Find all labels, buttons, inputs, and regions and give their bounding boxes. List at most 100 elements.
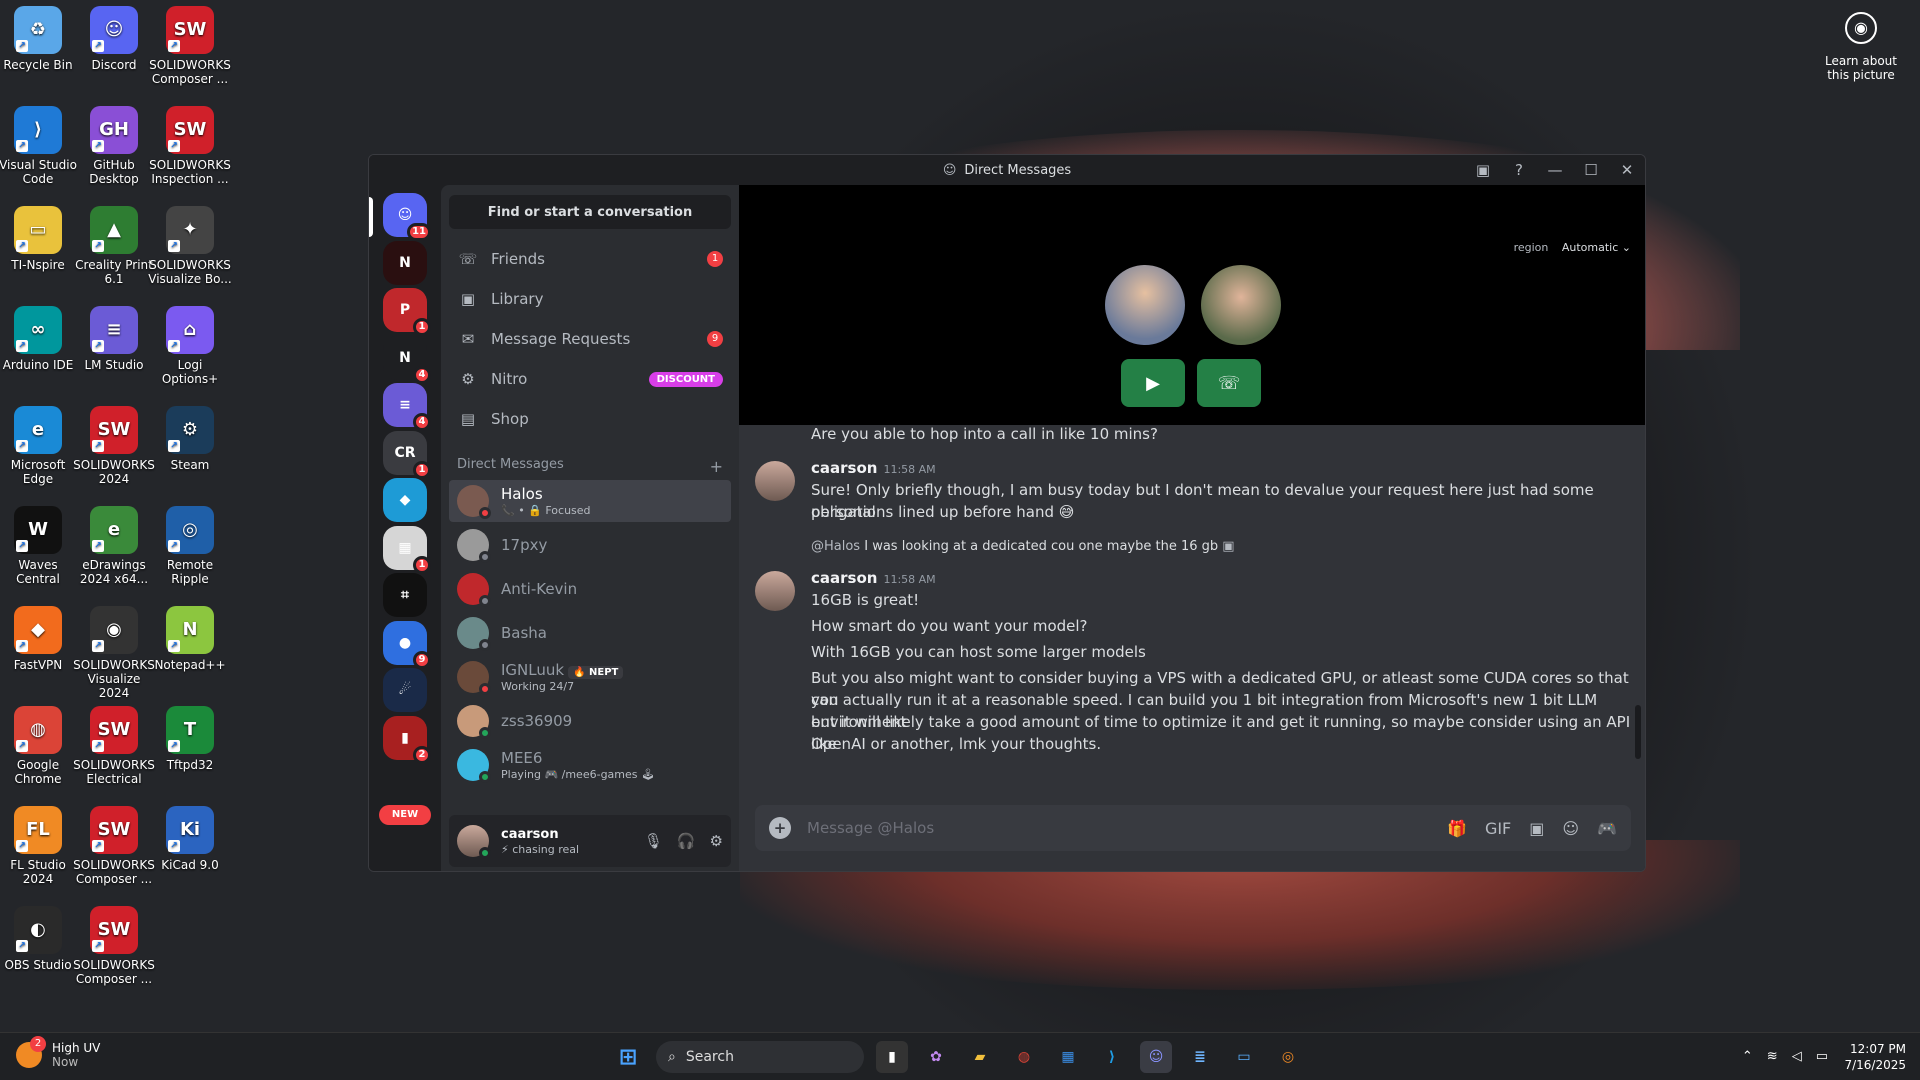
server-icon[interactable]: ≡ 4: [383, 383, 431, 431]
desktop-icon[interactable]: SW ↗ SOLIDWORKS Composer ...: [72, 806, 156, 886]
windows-start-icon[interactable]: ⊞: [612, 1041, 644, 1073]
add-dm-icon[interactable]: +: [710, 457, 723, 476]
add-attachment-icon[interactable]: +: [769, 817, 791, 839]
battery-icon[interactable]: ▭: [1816, 1049, 1828, 1064]
learn-about-picture[interactable]: ◉ Learn about this picture: [1820, 12, 1902, 82]
server-icon[interactable]: CR 1: [383, 430, 431, 479]
desktop-icon[interactable]: T ↗ Tftpd32: [148, 706, 232, 772]
server-icon[interactable]: ● 9: [383, 620, 431, 669]
desktop-icon[interactable]: ☺ ↗ Discord: [72, 6, 156, 72]
desktop-icon[interactable]: SW ↗ SOLIDWORKS Electrical: [72, 706, 156, 786]
call-avatar-caarson: [1201, 265, 1281, 345]
weather-widget[interactable]: 2 High UV Now: [16, 1036, 100, 1069]
minimize-button[interactable]: —: [1537, 161, 1573, 179]
desktop-icon[interactable]: ≡ ↗ LM Studio: [72, 306, 156, 372]
desktop-icon[interactable]: ◆ ↗ FastVPN: [0, 606, 80, 672]
desktop-icon[interactable]: ∞ ↗ Arduino IDE: [0, 306, 80, 372]
copilot-icon[interactable]: ✿: [920, 1041, 952, 1073]
dm-item[interactable]: Halos 📞 • 🔒 Focused: [449, 480, 731, 522]
voice-call-button[interactable]: ☏: [1197, 359, 1261, 407]
nav-library[interactable]: ▣ Library: [449, 279, 731, 319]
server-icon[interactable]: ☄: [383, 668, 427, 712]
chrome-icon[interactable]: ◍: [1008, 1041, 1040, 1073]
desktop-icon[interactable]: ⌂ ↗ Logi Options+: [148, 306, 232, 386]
gif-icon[interactable]: GIF: [1485, 819, 1511, 838]
nav-nitro[interactable]: ⚙ Nitro DISCOUNT: [449, 359, 731, 399]
close-button[interactable]: ✕: [1609, 161, 1645, 179]
help-icon[interactable]: ?: [1501, 161, 1537, 179]
maximize-button[interactable]: ☐: [1573, 161, 1609, 179]
video-call-button[interactable]: ▶: [1121, 359, 1185, 407]
desktop-icon[interactable]: ▲ ↗ Creality Print 6.1: [72, 206, 156, 286]
desktop-icon[interactable]: ◉ ↗ SOLIDWORKS Visualize 2024: [72, 606, 156, 700]
notepad-icon[interactable]: ≣: [1184, 1041, 1216, 1073]
desktop-icon[interactable]: SW ↗ SOLIDWORKS Composer ...: [72, 906, 156, 986]
scrollbar-thumb[interactable]: [1635, 705, 1641, 759]
server-icon[interactable]: ☺ 11: [383, 193, 431, 241]
desktop-icon[interactable]: N ↗ Notepad++: [148, 606, 232, 672]
find-conversation-button[interactable]: Find or start a conversation: [449, 195, 731, 229]
desktop-icon[interactable]: e ↗ Microsoft Edge: [0, 406, 80, 486]
dm-item[interactable]: IGNLuuk 🔥 NEPT Working 24/7: [449, 656, 731, 698]
file-explorer-icon[interactable]: ▰: [964, 1041, 996, 1073]
desktop-icon[interactable]: SW ↗ SOLIDWORKS 2024: [72, 406, 156, 486]
taskbar-search[interactable]: ⌕ Search: [656, 1041, 864, 1073]
wifi-icon[interactable]: ≋: [1767, 1049, 1778, 1064]
desktop-icon[interactable]: FL ↗ FL Studio 2024: [0, 806, 80, 886]
dm-item[interactable]: Anti-Kevin: [449, 568, 731, 610]
message-input[interactable]: + Message @Halos 🎁 GIF ▣ ☺ 🎮: [755, 805, 1631, 851]
inbox-icon[interactable]: ▣: [1465, 161, 1501, 179]
vscode-icon[interactable]: ⟩: [1096, 1041, 1128, 1073]
server-icon[interactable]: ▦ 1: [383, 525, 431, 574]
sticker-icon[interactable]: ▣: [1529, 819, 1544, 838]
message-avatar[interactable]: [755, 571, 795, 611]
message-author[interactable]: caarson: [811, 459, 877, 477]
nav-friends[interactable]: ☏ Friends 1: [449, 239, 731, 279]
desktop-icon[interactable]: ♻ ↗ Recycle Bin: [0, 6, 80, 72]
desktop-icon[interactable]: GH ↗ GitHub Desktop: [72, 106, 156, 186]
desktop-icon[interactable]: ▭ ↗ TI-Nspire: [0, 206, 80, 272]
server-icon[interactable]: P1: [383, 288, 431, 336]
clock[interactable]: 12:07 PM 7/16/2025: [1844, 1041, 1906, 1073]
desktop-icon[interactable]: SW ↗ SOLIDWORKS Inspection ...: [148, 106, 232, 186]
settings-gear-icon[interactable]: ⚙: [710, 832, 723, 850]
desktop-icon[interactable]: ⟩ ↗ Visual Studio Code: [0, 106, 80, 186]
server-icon[interactable]: ▮ 2: [383, 715, 431, 764]
dm-item[interactable]: zss36909: [449, 700, 731, 742]
region-selector[interactable]: region Automatic ⌄: [1514, 241, 1631, 254]
server-icon[interactable]: N4: [383, 335, 431, 384]
headphones-icon[interactable]: 🎧: [677, 832, 696, 850]
activities-icon[interactable]: 🎮: [1597, 819, 1617, 838]
nav-shop[interactable]: ▤ Shop: [449, 399, 731, 439]
desktop-icon[interactable]: W ↗ Waves Central: [0, 506, 80, 586]
desktop-icon[interactable]: ✦ ↗ SOLIDWORKS Visualize Bo...: [148, 206, 232, 286]
server-icon[interactable]: ⌗: [383, 573, 427, 617]
desktop-icon[interactable]: ⚙ ↗ Steam: [148, 406, 232, 472]
nav-message-requests[interactable]: ✉ Message Requests 9: [449, 319, 731, 359]
chevron-up-icon[interactable]: ⌃: [1742, 1049, 1753, 1064]
desktop-icon[interactable]: ◍ ↗ Google Chrome: [0, 706, 80, 786]
user-avatar[interactable]: [457, 825, 491, 859]
volume-icon[interactable]: ◁: [1792, 1049, 1802, 1064]
emoji-icon[interactable]: ☺: [1562, 819, 1579, 838]
discord-taskbar-icon[interactable]: ☺: [1140, 1041, 1172, 1073]
store-icon[interactable]: ▦: [1052, 1041, 1084, 1073]
desktop-icon[interactable]: SW ↗ SOLIDWORKS Composer ...: [148, 6, 232, 86]
reply-preview[interactable]: @Halos I was looking at a dedicated cou …: [811, 539, 1235, 554]
task-view-icon[interactable]: ▮: [876, 1041, 908, 1073]
dm-item[interactable]: Basha: [449, 612, 731, 654]
desktop-icon[interactable]: e ↗ eDrawings 2024 x64...: [72, 506, 156, 586]
desktop-icon[interactable]: ◎ ↗ Remote Ripple: [148, 506, 232, 586]
desktop-icon[interactable]: ◐ ↗ OBS Studio: [0, 906, 80, 972]
microphone-icon[interactable]: 🎙: [644, 832, 663, 850]
gift-icon[interactable]: 🎁: [1447, 819, 1467, 838]
server-icon[interactable]: N: [383, 240, 427, 285]
message-avatar[interactable]: [755, 461, 795, 501]
message-author[interactable]: caarson: [811, 569, 877, 587]
server-icon[interactable]: ◆: [383, 478, 427, 522]
dm-item[interactable]: MEE6 Playing 🎮 /mee6-games 🕹: [449, 744, 731, 786]
desktop-icon[interactable]: Ki ↗ KiCad 9.0: [148, 806, 232, 872]
remote-desktop-icon[interactable]: ▭: [1228, 1041, 1260, 1073]
remote-ripple-icon[interactable]: ◎: [1272, 1041, 1304, 1073]
dm-item[interactable]: 17pxy: [449, 524, 731, 566]
